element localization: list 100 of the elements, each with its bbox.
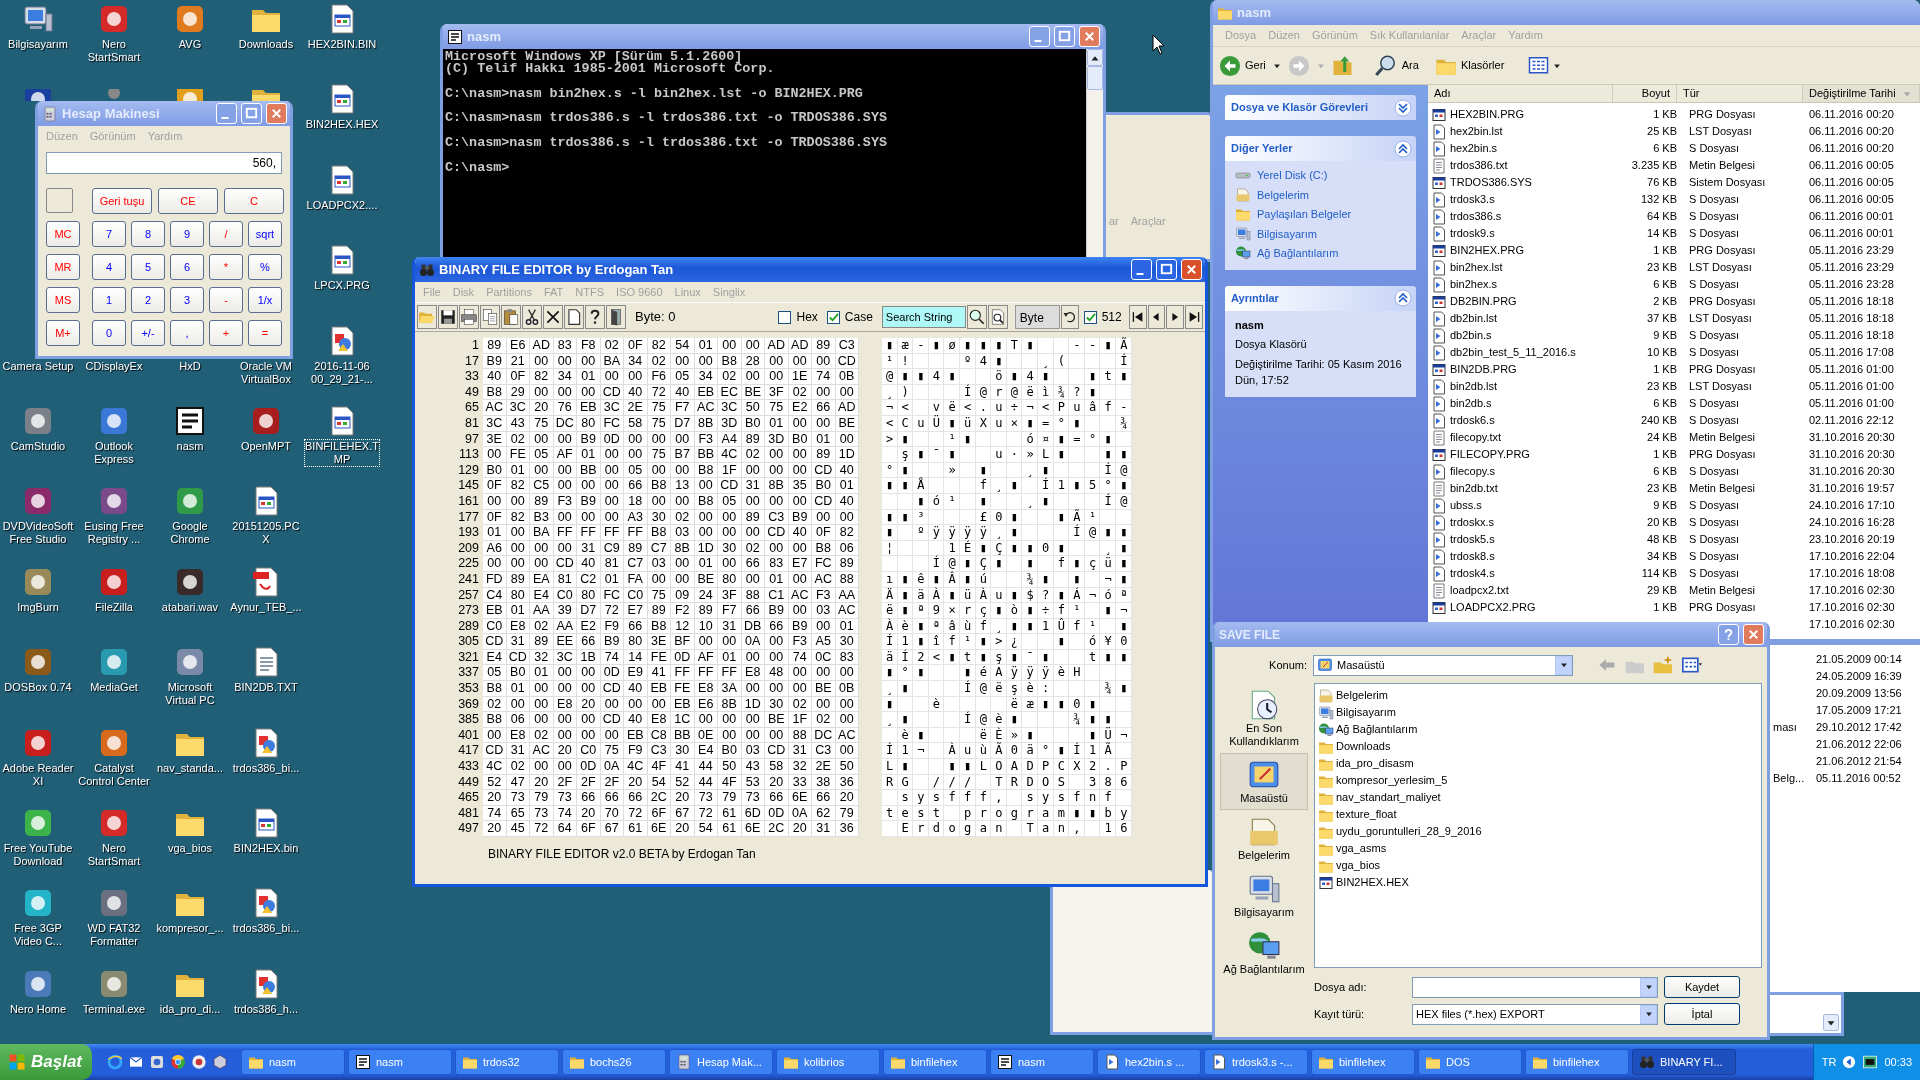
hex-cell[interactable]: 31	[506, 743, 530, 760]
file-name[interactable]: nav_standart_maliyet	[1336, 789, 1441, 806]
hex-cell[interactable]: EB	[483, 603, 507, 619]
calc-button[interactable]: 8	[131, 221, 165, 247]
hex-cell[interactable]: 00	[553, 759, 577, 775]
hex-cell[interactable]: 00	[530, 681, 554, 697]
hex-cell[interactable]: 66	[741, 603, 765, 619]
file-name[interactable]: trdos386.s	[1450, 208, 1502, 225]
icon-label[interactable]: 2016-11-06 00_29_21-...	[305, 359, 379, 386]
hex-cell[interactable]: 1E	[788, 369, 812, 385]
file-name[interactable]: filecopy.txt	[1450, 429, 1502, 446]
find-next-button[interactable]	[987, 305, 1008, 329]
save-button[interactable]	[438, 305, 458, 329]
hex-cell[interactable]: 2C	[765, 821, 789, 837]
icon-label[interactable]: LPCX.PRG	[305, 279, 379, 293]
hex-cell[interactable]: FF	[671, 665, 695, 682]
minimize-button[interactable]	[1029, 26, 1050, 47]
hex-cell[interactable]: 13	[671, 478, 695, 494]
hex-cell[interactable]: 31	[812, 821, 836, 837]
hex-cell[interactable]: EB	[577, 400, 601, 416]
hex-cell[interactable]: E7	[624, 603, 648, 619]
taskbar-button[interactable]: kolibrios	[776, 1049, 880, 1075]
hex-cell[interactable]: 00	[741, 681, 765, 697]
place-link[interactable]: Yerel Disk (C:)	[1257, 167, 1328, 184]
hex-cell[interactable]: 50	[718, 759, 742, 775]
calc-button[interactable]: MS	[46, 287, 80, 313]
hex-cell[interactable]: 35	[788, 478, 812, 494]
hex-cell[interactable]: 4C	[483, 759, 507, 775]
icon-label[interactable]: kompresor_...	[153, 922, 227, 936]
hex-cell[interactable]: C5	[530, 478, 554, 494]
hex-cell[interactable]: 2C	[647, 790, 671, 806]
hex-cell[interactable]: 66	[812, 790, 836, 806]
hex-cell[interactable]: 50	[741, 400, 765, 416]
hex-cell[interactable]: 20	[835, 790, 859, 806]
icon-label[interactable]: FileZilla	[77, 600, 151, 614]
hex-cell[interactable]: E7	[788, 556, 812, 572]
hex-cell[interactable]: 41	[647, 665, 671, 682]
file-name[interactable]: filecopy.s	[1450, 463, 1496, 480]
hex-cell[interactable]: 34	[694, 369, 718, 385]
hex-cell[interactable]: AD	[788, 338, 812, 354]
print-button[interactable]	[459, 305, 479, 329]
hex-cell[interactable]: 3E	[647, 634, 671, 650]
file-name[interactable]: trdos386.txt	[1450, 157, 1508, 174]
hex-cell[interactable]: 40	[483, 369, 507, 385]
hex-cell[interactable]: AC	[694, 400, 718, 416]
hex-cell[interactable]: 89	[835, 556, 859, 572]
icon-label[interactable]: ImgBurn	[1, 600, 75, 614]
icon-label[interactable]: BIN2DB.TXT	[229, 681, 303, 695]
first-page-button[interactable]	[1128, 305, 1147, 329]
hex-cell[interactable]: 66	[741, 556, 765, 572]
file-name[interactable]: db2bin_test_5_11_2016.s	[1450, 344, 1576, 361]
hex-cell[interactable]: FF	[718, 665, 742, 682]
hex-cell[interactable]: B0	[718, 743, 742, 760]
place-button[interactable]: Ağ Bağlantılarım	[1220, 924, 1308, 981]
hex-cell[interactable]: B8	[483, 681, 507, 697]
hex-cell[interactable]: 61	[718, 821, 742, 837]
hex-cell[interactable]: CD	[600, 681, 624, 697]
undo-button[interactable]	[1060, 305, 1079, 329]
hex-cell[interactable]: 79	[718, 790, 742, 806]
hex-cell[interactable]: 0B	[835, 681, 859, 697]
hex-cell[interactable]: 03	[741, 743, 765, 760]
hex-cell[interactable]: 3C	[600, 400, 624, 416]
icon-label[interactable]: HxD	[153, 359, 227, 373]
file-name[interactable]: TRDOS386.SYS	[1450, 174, 1532, 191]
icon-label[interactable]: nasm	[153, 439, 227, 453]
scroll-thumb[interactable]	[1087, 66, 1103, 90]
hex-cell[interactable]: 00	[577, 712, 601, 728]
file-name[interactable]: BIN2DB.PRG	[1450, 361, 1517, 378]
file-name[interactable]: BIN2HEX.HEX	[1336, 874, 1409, 891]
option-checkbox[interactable]: Hex	[778, 308, 818, 326]
quick-launch-button[interactable]	[149, 1054, 165, 1070]
calc-button[interactable]: 5	[131, 254, 165, 280]
hex-cell[interactable]: 6E	[741, 821, 765, 837]
scissors-button[interactable]	[522, 305, 542, 329]
hex-cell[interactable]: 00	[506, 556, 530, 572]
calc-button[interactable]: 4	[92, 254, 126, 280]
hex-cell[interactable]: 00	[694, 478, 718, 494]
hex-cell[interactable]: 66	[624, 478, 648, 494]
file-name[interactable]: Belgelerim	[1336, 687, 1388, 704]
place-button[interactable]: En Son Kullandıklarım	[1220, 683, 1308, 753]
icon-label[interactable]: Adobe Reader XI	[1, 761, 75, 788]
hex-cell[interactable]: 74	[812, 369, 836, 385]
hex-cell[interactable]: 3C	[506, 400, 530, 416]
hex-cell[interactable]: 01	[835, 478, 859, 494]
file-name[interactable]: kompresor_yerlesim_5	[1336, 772, 1448, 789]
hex-cell[interactable]: AF	[553, 447, 577, 463]
hex-cell[interactable]: EE	[553, 634, 577, 650]
taskbar-button[interactable]: trdos32	[455, 1049, 559, 1075]
hex-cell[interactable]: 73	[694, 790, 718, 806]
hex-cell[interactable]: 00	[553, 681, 577, 697]
hex-cell[interactable]: 00	[671, 556, 695, 572]
hex-cell[interactable]: 34	[553, 369, 577, 385]
file-name[interactable]: vga_asms	[1336, 840, 1387, 857]
calc-button[interactable]: /	[209, 221, 243, 247]
file-name[interactable]: HEX2BIN.PRG	[1450, 106, 1524, 123]
new-file-button[interactable]	[564, 305, 584, 329]
taskbar-button[interactable]: nasm	[348, 1049, 452, 1075]
next-page-button[interactable]	[1166, 305, 1185, 329]
file-name[interactable]: bin2db.s	[1450, 395, 1492, 412]
icon-label[interactable]: nav_standa...	[153, 761, 227, 775]
